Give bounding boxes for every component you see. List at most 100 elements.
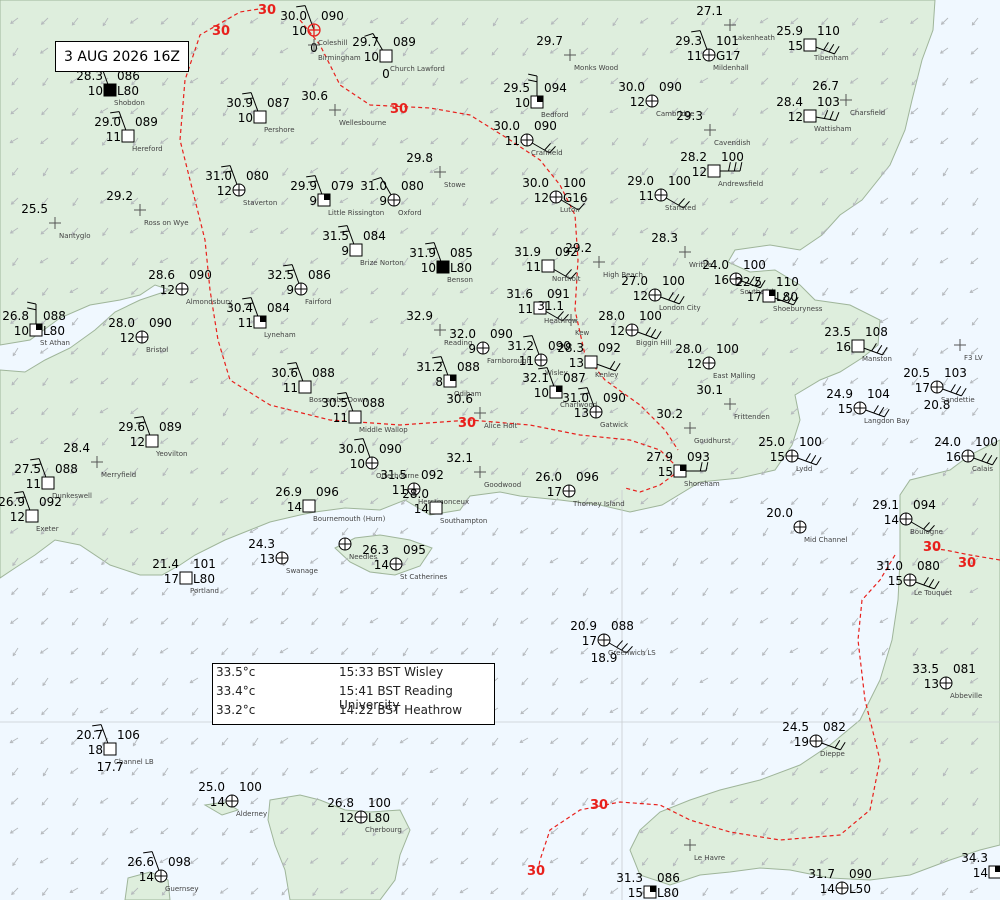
station-cloudbase: G17	[716, 49, 741, 63]
cloud-fill	[104, 84, 116, 96]
station-visibility: 15	[770, 450, 785, 464]
station-temperature: 31.2	[416, 360, 443, 374]
info-value: 33.5°c	[216, 665, 256, 679]
station-name: Shobdon	[114, 99, 145, 107]
station-name: Shoreham	[684, 480, 720, 488]
station-pressure: 110	[817, 24, 840, 38]
station-marker	[803, 38, 817, 52]
max-temp-info-box: 33.5°c 15:33 BST Wisley 33.4°c 15:41 BST…	[212, 663, 495, 725]
station-temperature: 34.3	[961, 851, 988, 865]
station-temperature: 26.8	[2, 309, 29, 323]
station-temperature: 30.0	[522, 176, 549, 190]
station-marker	[379, 49, 393, 63]
station-marker	[25, 509, 39, 523]
station-temperature: 29.8	[406, 151, 433, 165]
station-pressure: 084	[267, 301, 290, 315]
station-pressure: 103	[817, 95, 840, 109]
station-name: Little Rissington	[328, 209, 384, 217]
station-temperature: 28.3	[557, 341, 584, 355]
station-name: Boulogne	[910, 528, 943, 536]
cloud-fill	[556, 386, 562, 392]
station-marker	[179, 571, 193, 585]
station-pressure: 087	[267, 96, 290, 110]
station-name: Bedford	[541, 111, 569, 119]
station-name: Southampton	[440, 517, 487, 525]
station-pressure: 089	[159, 420, 182, 434]
cloud-fill	[324, 194, 330, 200]
station-visibility: 9	[286, 283, 294, 297]
station-name: Portland	[190, 587, 219, 595]
station-name: Mildenhall	[713, 64, 749, 72]
station-visibility: 14	[210, 795, 225, 809]
station-name: Yeovilton	[155, 450, 187, 458]
station-visibility: 10	[421, 261, 436, 275]
station-name: Monks Wood	[574, 64, 618, 72]
isotherm-label: 30	[590, 798, 608, 813]
station-temperature: 28.2	[680, 150, 707, 164]
station-pressure: 088	[55, 462, 78, 476]
station-visibility: 17	[582, 634, 597, 648]
station-pressure: 100	[239, 780, 262, 794]
station-visibility: 14	[414, 502, 429, 516]
info-value: 33.4°c	[216, 684, 256, 698]
info-row: 33.5°c 15:33 BST Wisley	[216, 665, 491, 683]
station-dewpoint: 0	[382, 67, 390, 81]
cloud-fill	[36, 324, 42, 330]
station-visibility: 11	[639, 189, 654, 203]
station-temperature: 20.9	[570, 619, 597, 633]
station-pressure: 080	[246, 169, 269, 183]
station-pressure: 103	[944, 366, 967, 380]
cloud-fill	[995, 866, 1000, 872]
info-row: 33.4°c 15:41 BST Reading University	[216, 684, 491, 712]
station-temperature: 24.0	[702, 258, 729, 272]
station-name: Merryfield	[101, 471, 136, 479]
station-visibility: 16	[836, 340, 851, 354]
station-name: Shoeburyness	[773, 305, 823, 313]
station-pressure: 100	[799, 435, 822, 449]
station-pressure: 084	[363, 229, 386, 243]
station-name: Langdon Bay	[864, 417, 910, 425]
station-temperature: 32.5	[267, 268, 294, 282]
station-temperature: 24.3	[248, 537, 275, 551]
station-temperature: 28.0	[675, 342, 702, 356]
station-visibility: 10	[350, 457, 365, 471]
station-visibility: 9	[468, 342, 476, 356]
station-visibility: 13	[924, 677, 939, 691]
station-visibility: 15	[658, 465, 673, 479]
station-temperature: 24.9	[826, 387, 853, 401]
station-name: Benson	[447, 276, 473, 284]
isotherm-label: 30	[390, 102, 408, 117]
station-visibility: 13	[260, 552, 275, 566]
station-name: Hereford	[132, 145, 163, 153]
cloud-fill	[260, 316, 266, 322]
station-temperature: 31.0	[205, 169, 232, 183]
station-name: St Athan	[40, 339, 70, 347]
station-temperature: 25.0	[758, 435, 785, 449]
station-marker	[121, 129, 135, 143]
station-pressure: 088	[611, 619, 634, 633]
station-name: Stowe	[444, 181, 466, 189]
station-pressure: 100	[721, 150, 744, 164]
station-visibility: 10	[515, 96, 530, 110]
station-visibility: 10	[364, 50, 379, 64]
station-temperature: 32.1	[446, 451, 473, 465]
station-name: Thorney Island	[572, 500, 625, 508]
station-temperature: 27.9	[646, 450, 673, 464]
station-temperature: 29.7	[352, 35, 379, 49]
station-pressure: 104	[867, 387, 890, 401]
station-visibility: 12	[687, 357, 702, 371]
station-pressure: 090	[321, 9, 344, 23]
station-temperature: 29.6	[118, 420, 145, 434]
station-pressure: 080	[917, 559, 940, 573]
station-name: Ross on Wye	[144, 219, 189, 227]
station-temperature: 22.5	[735, 275, 762, 289]
station-visibility: 14	[287, 500, 302, 514]
station-temperature: 28.6	[148, 268, 175, 282]
station-pressure: 100	[716, 342, 739, 356]
station-pressure: 088	[457, 360, 480, 374]
station-pressure: 106	[117, 728, 140, 742]
station-name: Lyneham	[264, 331, 296, 339]
station-pressure: 087	[563, 371, 586, 385]
station-visibility: 12	[633, 289, 648, 303]
cloud-fill	[650, 886, 656, 892]
